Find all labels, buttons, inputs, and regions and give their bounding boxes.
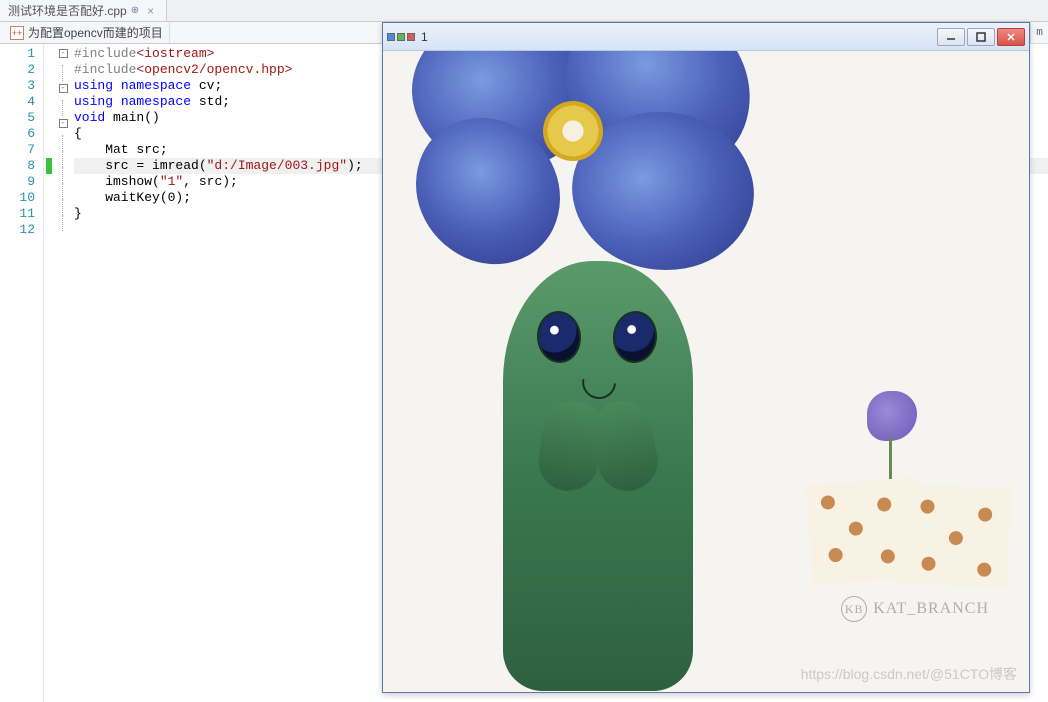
imshow-window[interactable]: 1 [382, 22, 1030, 693]
change-marker [46, 174, 52, 190]
project-dropdown[interactable]: ++ 为配置opencv而建的项目 [4, 22, 170, 43]
change-marker [46, 190, 52, 206]
change-marker [46, 46, 52, 62]
right-sidebar-toggle[interactable]: m [1030, 22, 1048, 44]
change-marker-column [44, 44, 56, 702]
line-number: 3 [0, 78, 35, 94]
window-titlebar[interactable]: 1 [383, 23, 1029, 51]
line-number: 12 [0, 222, 35, 238]
fold-indicator [62, 135, 70, 151]
fold-indicator [62, 167, 70, 183]
fold-indicator [62, 199, 70, 215]
fold-indicator [62, 215, 70, 231]
painting-arms [533, 401, 663, 501]
change-marker [46, 222, 52, 238]
line-number-gutter: 123456789101112 [0, 44, 44, 702]
change-marker [46, 206, 52, 222]
pin-icon: ⊕ [131, 5, 139, 16]
line-number: 5 [0, 110, 35, 126]
minimize-button[interactable] [937, 28, 965, 46]
watermark-text: https://blog.csdn.net/@51CTO博客 [801, 664, 1017, 684]
fold-indicator [62, 65, 70, 81]
maximize-button[interactable] [967, 28, 995, 46]
artist-signature: KB KAT_BRANCH [841, 596, 989, 622]
painting-tape [809, 481, 1009, 591]
file-tab-label: 测试环境是否配好.cpp [8, 2, 127, 19]
line-number: 6 [0, 126, 35, 142]
tab-close-button[interactable]: × [143, 4, 158, 18]
file-tab[interactable]: 测试环境是否配好.cpp ⊕ × [0, 0, 167, 21]
fold-indicator [62, 100, 70, 116]
opencv-app-icon [387, 33, 415, 41]
fold-indicator[interactable]: - [56, 119, 70, 135]
fold-indicator [56, 231, 70, 247]
line-number: 8 [0, 158, 35, 174]
line-number: 10 [0, 190, 35, 206]
painting-flower [413, 51, 753, 291]
line-number: 4 [0, 94, 35, 110]
image-canvas: KB KAT_BRANCH https://blog.csdn.net/@51C… [383, 51, 1029, 692]
project-name: 为配置opencv而建的项目 [28, 24, 163, 41]
file-tab-bar: 测试环境是否配好.cpp ⊕ × [0, 0, 1048, 22]
line-number: 1 [0, 46, 35, 62]
line-number: 2 [0, 62, 35, 78]
change-marker [46, 158, 52, 174]
change-marker [46, 110, 52, 126]
change-marker [46, 94, 52, 110]
window-title: 1 [421, 30, 937, 44]
fold-indicator [62, 151, 70, 167]
fold-indicator [62, 183, 70, 199]
cpp-project-icon: ++ [10, 26, 24, 40]
fold-indicator[interactable]: - [56, 84, 70, 100]
close-button[interactable] [997, 28, 1025, 46]
change-marker [46, 126, 52, 142]
change-marker [46, 78, 52, 94]
change-marker [46, 62, 52, 78]
fold-column: - - - [56, 44, 70, 702]
fold-indicator[interactable]: - [56, 49, 70, 65]
line-number: 9 [0, 174, 35, 190]
line-number: 7 [0, 142, 35, 158]
change-marker [46, 142, 52, 158]
line-number: 11 [0, 206, 35, 222]
window-button-group [937, 28, 1025, 46]
